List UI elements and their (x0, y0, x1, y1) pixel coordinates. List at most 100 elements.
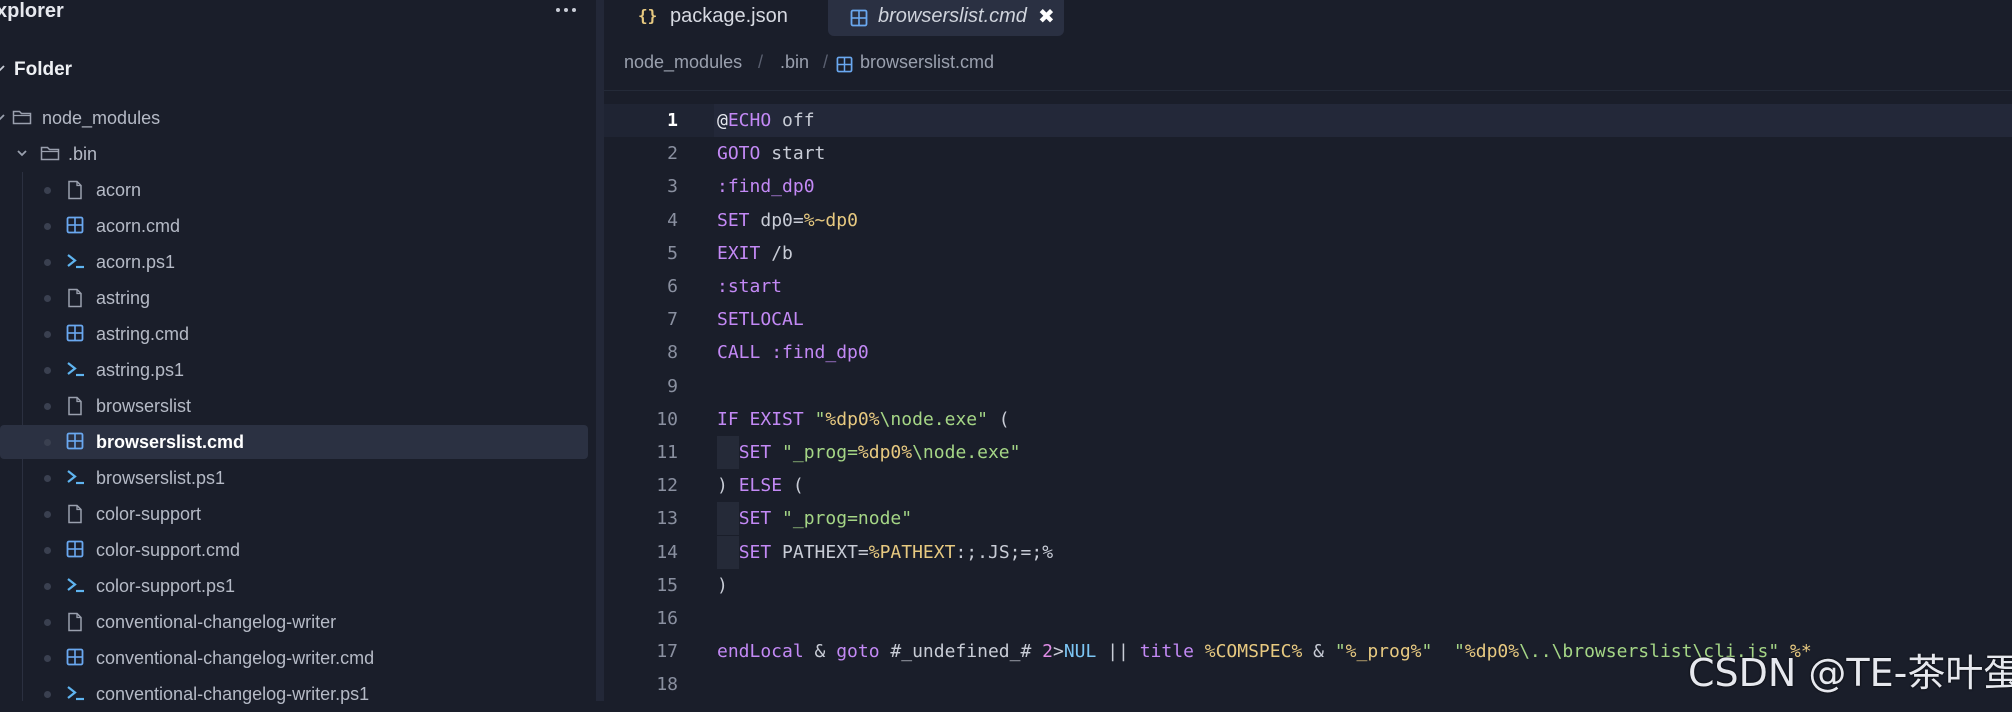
tree-item[interactable]: conventional-changelog-writer.cmd (0, 640, 596, 676)
bullet-dot (44, 331, 51, 338)
tab-bar: {} package.json browserslist.cmd ✖ (604, 0, 2012, 38)
tab-package-json[interactable]: {} package.json (612, 0, 792, 36)
code-text: :start (717, 276, 783, 297)
chevron-down-icon (0, 65, 5, 72)
tree-item[interactable]: node_modules (0, 100, 596, 136)
breadcrumb-item[interactable]: browserslist.cmd (860, 52, 994, 73)
file-icon (66, 396, 86, 416)
code-line[interactable]: 6 :start (604, 270, 2012, 303)
tree-item[interactable]: acorn.ps1 (0, 244, 596, 280)
line-number: 6 (667, 276, 678, 297)
line-number: 4 (667, 209, 678, 231)
bullet-dot (44, 475, 51, 482)
code-line[interactable]: 11 SET "_prog=%dp0%\node.exe" (604, 436, 2012, 469)
workspace-folder-header[interactable]: Folder (0, 56, 596, 86)
bullet-dot (44, 295, 51, 302)
workspace-folder-label: Folder (14, 59, 73, 80)
explorer-sidebar: xplorer Folder node_modules .bin acorn acor… (0, 0, 596, 704)
more-actions-icon[interactable] (552, 0, 580, 24)
bullet-dot (44, 691, 51, 698)
code-line[interactable]: 9 (604, 370, 2012, 403)
code-line[interactable]: 4 SET dp0=%~dp0 (604, 204, 2012, 237)
code-line[interactable]: 12 ) ELSE ( (604, 469, 2012, 502)
bullet-dot (44, 619, 51, 626)
tree-item[interactable]: color-support.cmd (0, 532, 596, 568)
code-line[interactable]: 16 (604, 602, 2012, 635)
code-text: CALL :find_dp0 (717, 342, 869, 364)
tree-item[interactable]: conventional-changelog-writer (0, 604, 596, 640)
tab-browserslist-cmd[interactable]: browserslist.cmd ✖ (828, 0, 1064, 36)
file-icon (66, 288, 86, 308)
tree-item-label: browserslist.ps1 (96, 468, 226, 488)
code-line[interactable]: 13 SET "_prog=node" (604, 502, 2012, 536)
code-line[interactable]: 2 GOTO start (604, 137, 2012, 170)
tree-item[interactable]: astring (0, 280, 596, 316)
tree-item[interactable]: conventional-changelog-writer.ps1 (0, 676, 596, 712)
sidebar-splitter[interactable] (596, 0, 604, 701)
sidebar-header: xplorer (0, 0, 596, 30)
code-line[interactable]: 14 SET PATHEXT=%PATHEXT:;.JS;=;% (604, 535, 2012, 569)
tree-item-label: conventional-changelog-writer.ps1 (96, 684, 370, 704)
code-line[interactable]: 10 IF EXIST "%dp0%\node.exe" ( (604, 403, 2012, 436)
explorer-title: xplorer (0, 0, 64, 22)
bullet-dot (44, 511, 51, 518)
line-number: 11 (656, 442, 678, 463)
code-text: SETLOCAL (717, 309, 804, 331)
tree-item[interactable]: browserslist.cmd (0, 424, 596, 460)
tree-item-label: color-support.ps1 (96, 576, 236, 596)
bullet-dot (44, 187, 51, 194)
tree-item-label: conventional-changelog-writer.cmd (96, 648, 375, 668)
powershell-icon (66, 468, 86, 488)
tree-item-label: .bin (68, 144, 98, 164)
code-text: SET "_prog=%dp0%\node.exe" (738, 442, 1021, 463)
tree-item[interactable]: acorn (0, 172, 596, 208)
watermark: CSDN @TE-茶叶蛋 (1688, 651, 2012, 695)
tree-item-label: acorn.ps1 (96, 252, 176, 272)
code-line[interactable]: 3:find_dp0 (604, 170, 2012, 203)
tree-item[interactable]: browserslist.ps1 (0, 460, 596, 496)
line-number: 2 (667, 143, 678, 165)
tree-item-label: node_modules (42, 108, 161, 128)
tree-item[interactable]: browserslist (0, 388, 596, 424)
bullet-dot (44, 547, 51, 554)
tree-item[interactable]: color-support.ps1 (0, 568, 596, 604)
close-icon[interactable]: ✖ (1038, 4, 1055, 29)
editor-pane: {} package.json browserslist.cmd ✖ node_… (604, 0, 2012, 701)
line-number: 17 (656, 641, 678, 663)
tree-item[interactable]: acorn.cmd (0, 208, 596, 244)
code-text: IF EXIST "%dp0%\node.exe" ( (717, 408, 1010, 430)
tree-item-label: conventional-changelog-writer (96, 612, 337, 632)
code-text: GOTO start (717, 143, 826, 165)
breadcrumb-item[interactable]: node_modules (624, 52, 742, 73)
code-line[interactable]: 8 CALL :find_dp0 (604, 336, 2012, 369)
code-text: SET PATHEXT=%PATHEXT:;.JS;=;% (738, 541, 1054, 563)
code-text: EXIT /b (717, 242, 793, 264)
code-line[interactable]: 7 SETLOCAL (604, 303, 2012, 336)
powershell-icon (66, 360, 86, 380)
tree-item-label: acorn (96, 180, 142, 200)
tree-item-label: color-support (96, 504, 202, 524)
line-number: 12 (656, 475, 678, 497)
tree-item[interactable]: astring.cmd (0, 316, 596, 352)
line-number: 15 (656, 574, 678, 596)
line-number: 3 (667, 176, 678, 198)
code-line[interactable]: 1 @ECHO off (604, 104, 2012, 137)
code-text: ) ELSE ( (717, 475, 804, 497)
line-number: 5 (667, 242, 678, 264)
tree-item[interactable]: color-support (0, 496, 596, 532)
windows-icon (66, 648, 86, 668)
code-line[interactable]: 5 EXIT /b (604, 237, 2012, 270)
line-number: 10 (656, 408, 678, 430)
bullet-dot (44, 439, 51, 446)
windows-icon (66, 432, 86, 452)
tree-item-label: acorn.cmd (96, 216, 181, 236)
code-text: SET "_prog=node" (738, 508, 913, 530)
file-icon (66, 504, 86, 524)
tree-item[interactable]: .bin (0, 136, 596, 172)
code-line[interactable]: 15) (604, 569, 2012, 602)
tree-item-label: astring (96, 288, 151, 308)
breadcrumb-item[interactable]: .bin (780, 52, 809, 73)
bullet-dot (44, 223, 51, 230)
breadcrumb-separator: / (758, 52, 764, 72)
tree-item[interactable]: astring.ps1 (0, 352, 596, 388)
